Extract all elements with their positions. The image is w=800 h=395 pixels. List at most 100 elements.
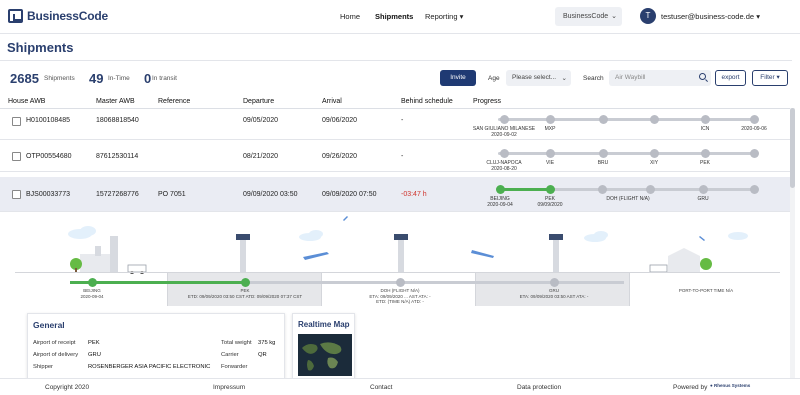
- table-row[interactable]: H0100108485 18068818540 09/05/2020 09/06…: [0, 109, 790, 140]
- airplane-icon: [303, 216, 705, 260]
- timeline-stop-done: [87, 278, 97, 287]
- airport-receipt-value: PEK: [88, 340, 100, 346]
- col-house-awb[interactable]: House AWB: [8, 98, 45, 105]
- behind-schedule: -: [401, 117, 404, 124]
- timeline-label-line: DOH (FLIGHT N/A): [380, 288, 420, 293]
- stop-label: SAN GIULIANO MILANESE 2020-09-02: [473, 126, 535, 138]
- world-map-icon: [302, 342, 342, 371]
- age-label: Age: [488, 75, 500, 82]
- stat-shipments-value: 2685: [10, 71, 39, 86]
- row-checkbox[interactable]: [12, 190, 21, 199]
- nav-home[interactable]: Home: [340, 12, 360, 21]
- realtime-map[interactable]: [298, 334, 352, 376]
- age-select[interactable]: Please select... ⌄: [506, 70, 571, 86]
- progress-stop: [499, 149, 509, 158]
- house-awb: BJS00033773: [26, 191, 70, 198]
- stat-intime-value: 49: [89, 71, 104, 86]
- stop-date: 2020-09-02: [491, 132, 517, 138]
- brand-name: BusinessCode: [27, 9, 108, 23]
- progress-stop-done: [495, 185, 505, 194]
- col-departure[interactable]: Departure: [243, 98, 274, 105]
- col-reference[interactable]: Reference: [158, 98, 190, 105]
- stop-date: 09/09/2020: [537, 202, 563, 208]
- contact-link[interactable]: Contact: [370, 384, 392, 391]
- powered-brand-logo[interactable]: ● Rhenus Systems: [710, 383, 750, 388]
- timeline-label-line: 2020-09-04: [80, 293, 104, 299]
- progress-stop: [749, 149, 759, 158]
- progress-track: CLUJ-NAPOCA 2020-08-20 VIE BRU XIY PEK: [486, 143, 760, 173]
- avatar[interactable]: T: [640, 8, 656, 24]
- timeline-label-line: ETA: 09/09/2020 03:50 AST ATA: -: [519, 293, 589, 299]
- logo-icon: [8, 9, 23, 23]
- stop-label: VIE: [545, 160, 555, 166]
- invite-button[interactable]: Invite: [440, 70, 476, 86]
- page-title: Shipments: [7, 40, 74, 55]
- progress-track: SAN GIULIANO MILANESE 2020-09-02 MXP ICN …: [473, 109, 767, 139]
- export-button[interactable]: export: [715, 70, 746, 86]
- realtime-map-title: Realtime Map: [298, 320, 350, 329]
- stop-label: 2020-09-06: [741, 126, 767, 132]
- timeline-label: DOH (FLIGHT N/A) ETA: 09/09/2020 ... AST …: [369, 288, 430, 305]
- impressum-link[interactable]: Impressum: [213, 384, 245, 391]
- chevron-down-icon: ⌄: [561, 75, 567, 82]
- general-card: General Airport of receipt PEK Airport o…: [27, 313, 285, 379]
- nav-shipments[interactable]: Shipments: [375, 12, 413, 21]
- reference: PO 7051: [158, 191, 186, 198]
- filter-label: Filter: [760, 74, 775, 81]
- row-checkbox[interactable]: [12, 152, 21, 161]
- progress-stop: [545, 115, 555, 124]
- progress-stop: [598, 115, 608, 124]
- progress-stop: [645, 185, 655, 194]
- search-input[interactable]: Air Waybill: [609, 70, 711, 86]
- stop-label: DOH (FLIGHT N/A): [606, 196, 650, 202]
- stat-transit-label: In transit: [152, 75, 177, 82]
- table-row-selected[interactable]: BJS00033773 15727268776 PO 7051 09/09/20…: [0, 177, 790, 212]
- timeline-stop: [549, 278, 559, 287]
- copyright: Copyright 2020: [45, 384, 90, 391]
- divider: [0, 60, 792, 61]
- filter-icon: ▾: [776, 74, 780, 81]
- data-protection-link[interactable]: Data protection: [517, 384, 561, 391]
- departure: 09/05/2020: [243, 117, 279, 124]
- airport-delivery-value: GRU: [88, 352, 101, 358]
- col-arrival[interactable]: Arrival: [322, 98, 342, 105]
- general-title: General: [33, 320, 65, 330]
- stop-label: BRU: [597, 160, 609, 166]
- table-row[interactable]: OTP00554680 87612530114 08/21/2020 09/26…: [0, 141, 790, 172]
- nav-reporting-label: Reporting: [425, 12, 458, 21]
- master-awb: 87612530114: [96, 153, 139, 160]
- age-select-placeholder: Please select...: [512, 74, 557, 81]
- search-icon[interactable]: [699, 73, 706, 80]
- timeline-label: BEIJING 2020-09-04: [80, 288, 103, 299]
- col-master-awb[interactable]: Master AWB: [96, 98, 135, 105]
- company-select[interactable]: BusinessCode ⌄: [555, 7, 622, 26]
- stop-date: 2020-09-04: [487, 202, 513, 208]
- nav-reporting[interactable]: Reporting ▾: [425, 12, 463, 21]
- brand-logo[interactable]: BusinessCode: [8, 9, 108, 23]
- top-bar: BusinessCode Home Shipments Reporting ▾ …: [0, 0, 800, 34]
- search-placeholder: Air Waybill: [615, 74, 646, 81]
- progress-stop: [700, 115, 710, 124]
- stop-label: ICN: [700, 126, 710, 132]
- arrival: 09/09/2020 07:50: [322, 191, 377, 198]
- user-menu[interactable]: testuser@business-code.de ▾: [661, 12, 760, 21]
- search-label: Search: [583, 75, 604, 82]
- col-behind-schedule[interactable]: Behind schedule: [401, 98, 453, 105]
- progress-stop: [649, 149, 659, 158]
- timeline-label: PEK ETD: 09/09/2020 03:50 CST ATD: 09/09/…: [188, 288, 302, 299]
- timeline-label-line: GRU: [549, 288, 559, 293]
- warehouse-icon: [649, 248, 700, 273]
- row-checkbox[interactable]: [12, 117, 21, 126]
- timeline-label-line: BEIJING: [83, 288, 101, 293]
- col-progress[interactable]: Progress: [473, 98, 501, 105]
- shipper-label: Shipper: [33, 364, 53, 370]
- master-awb: 15727268776: [96, 191, 139, 198]
- progress-stop: [499, 115, 509, 124]
- factory-icon: [80, 236, 118, 272]
- filter-button[interactable]: Filter ▾: [752, 70, 788, 86]
- progress-stop: [545, 149, 555, 158]
- scrollbar-thumb[interactable]: [790, 108, 795, 188]
- house-awb: H0100108485: [26, 117, 70, 124]
- progress-stop: [700, 149, 710, 158]
- stat-intime-label: In-Time: [108, 75, 130, 82]
